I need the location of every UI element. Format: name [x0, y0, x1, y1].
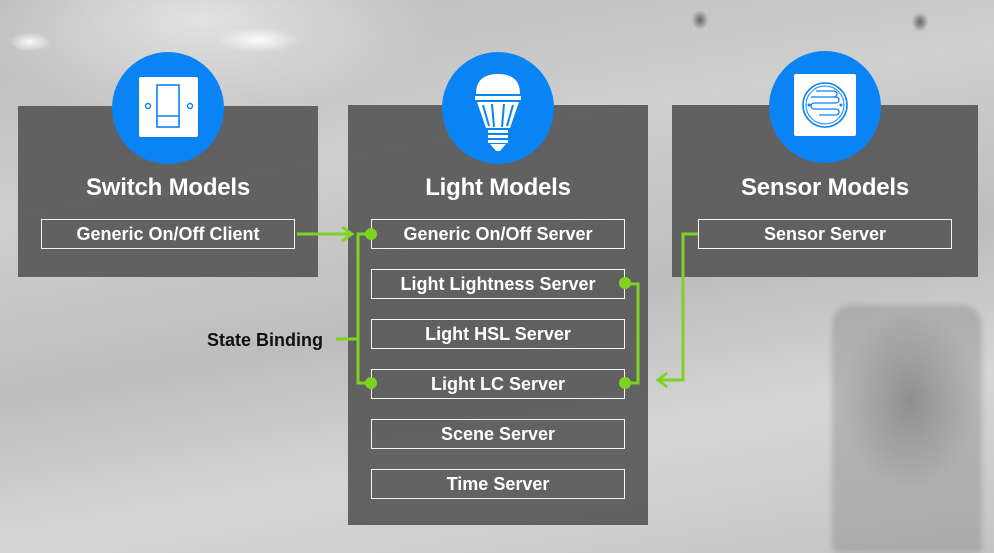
light-hsl-server-box: Light HSL Server	[371, 319, 625, 349]
switch-models-title: Switch Models	[85, 174, 251, 201]
scene-server-box: Scene Server	[371, 419, 625, 449]
state-binding-label: State Binding	[207, 330, 323, 350]
light-models-title: Light Models	[425, 174, 571, 201]
light-icon-circle	[442, 52, 554, 164]
time-server-box: Time Server	[371, 469, 625, 499]
light-lightness-server-box: Light Lightness Server	[371, 269, 625, 299]
office-chair-blur	[832, 305, 982, 553]
light-models-panel: Light Models Generic On/Off Server Light…	[348, 105, 648, 525]
switch-icon-circle	[112, 52, 224, 164]
light-bulb-icon	[475, 74, 521, 151]
sensor-server-box: Sensor Server	[698, 219, 952, 249]
sensor-icon-circle	[769, 51, 881, 163]
sensor-icon	[794, 74, 856, 136]
sensor-models-title: Sensor Models	[740, 174, 910, 201]
generic-onoff-client-box: Generic On/Off Client	[41, 219, 295, 249]
wall-switch-icon	[139, 77, 198, 137]
light-lc-server-box: Light LC Server	[371, 369, 625, 399]
generic-onoff-server-box: Generic On/Off Server	[371, 219, 625, 249]
